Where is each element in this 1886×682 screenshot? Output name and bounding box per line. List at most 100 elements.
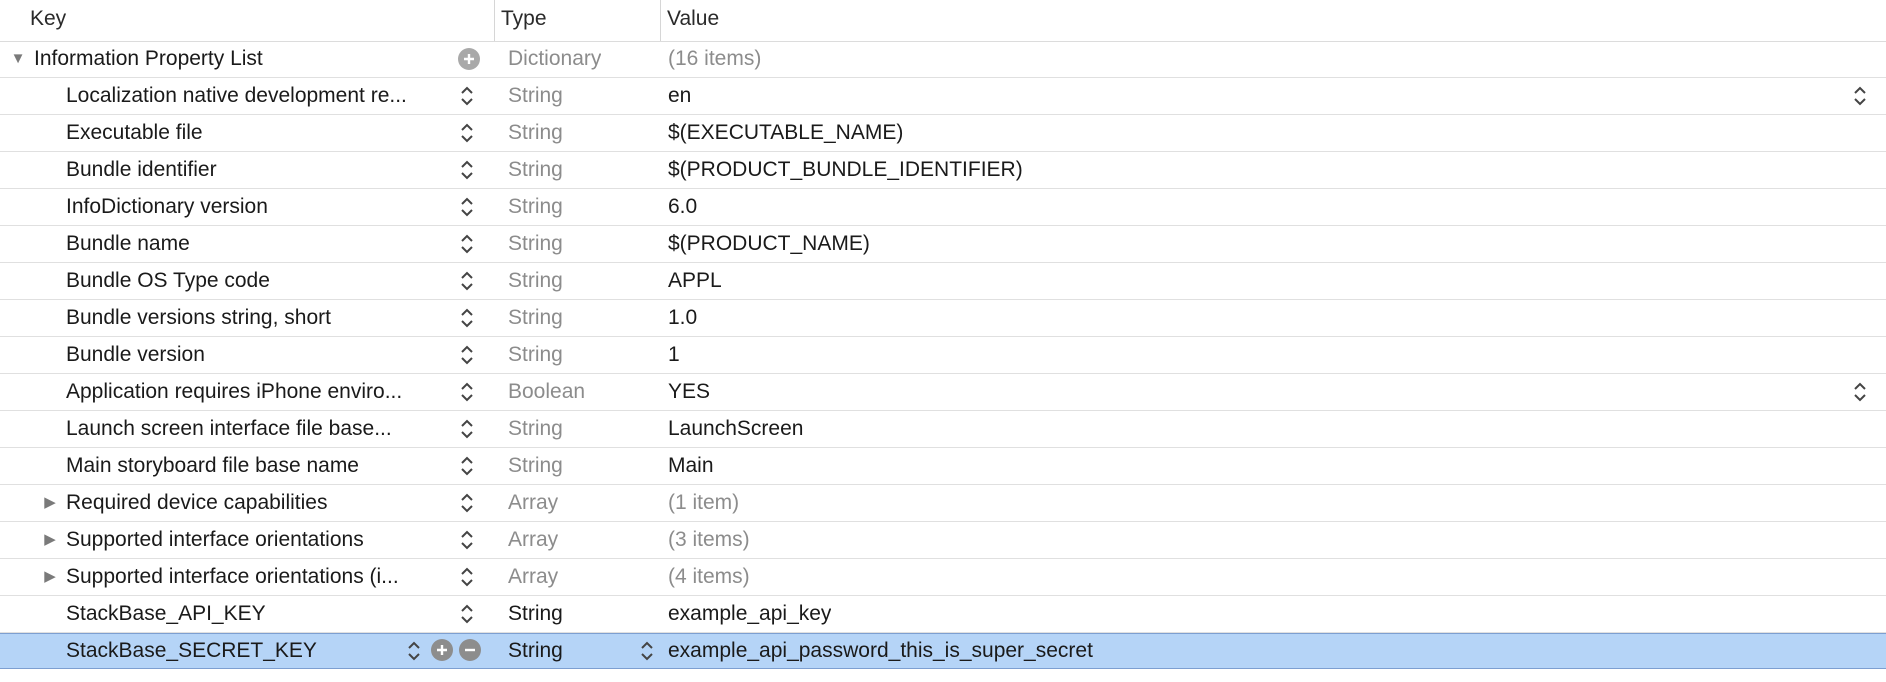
row-key[interactable]: Supported interface orientations (i... xyxy=(66,559,450,595)
row-value[interactable]: (1 item) xyxy=(668,485,739,521)
plus-circle-icon[interactable] xyxy=(458,48,480,70)
up-down-stepper-icon[interactable] xyxy=(460,602,474,626)
row-type[interactable]: Array xyxy=(508,522,558,558)
row-type[interactable]: Array xyxy=(508,559,558,595)
row-key[interactable]: Required device capabilities xyxy=(66,485,450,521)
property-list: ▼ Information Property List Dictionary (… xyxy=(0,41,1886,669)
up-down-stepper-icon[interactable] xyxy=(460,454,474,478)
value-popup-stepper-icon[interactable] xyxy=(1853,380,1867,404)
row-type[interactable]: String xyxy=(508,263,563,299)
up-down-stepper-icon[interactable] xyxy=(460,84,474,108)
row-key[interactable]: Bundle name xyxy=(66,226,450,262)
row-value[interactable]: Main xyxy=(668,448,714,484)
table-row[interactable]: Localization native development re... Str… xyxy=(0,78,1886,115)
column-divider[interactable] xyxy=(494,0,495,41)
row-value[interactable]: (4 items) xyxy=(668,559,750,595)
row-key[interactable]: Bundle identifier xyxy=(66,152,450,188)
row-value[interactable]: 6.0 xyxy=(668,189,697,225)
row-key[interactable]: Localization native development re... xyxy=(66,78,450,114)
row-key[interactable]: Executable file xyxy=(66,115,450,151)
table-row[interactable]: Launch screen interface file base... Stri… xyxy=(0,411,1886,448)
up-down-stepper-icon[interactable] xyxy=(460,343,474,367)
row-key[interactable]: Bundle version xyxy=(66,337,450,373)
triangle-right-icon[interactable]: ▶ xyxy=(42,485,58,521)
row-key[interactable]: StackBase_API_KEY xyxy=(66,596,450,632)
row-type[interactable]: String xyxy=(508,189,563,225)
row-key[interactable]: Main storyboard file base name xyxy=(66,448,450,484)
up-down-stepper-icon[interactable] xyxy=(460,491,474,515)
row-type[interactable]: String xyxy=(508,411,563,447)
row-type[interactable]: String xyxy=(508,115,563,151)
up-down-stepper-icon[interactable] xyxy=(460,121,474,145)
row-value[interactable]: $(PRODUCT_BUNDLE_IDENTIFIER) xyxy=(668,152,1023,188)
type-popup-stepper-icon[interactable] xyxy=(640,639,654,663)
row-key[interactable]: Bundle versions string, short xyxy=(66,300,450,336)
table-row[interactable]: StackBase_API_KEY String example_api_key xyxy=(0,596,1886,633)
table-row[interactable]: Bundle name String $(PRODUCT_NAME) xyxy=(0,226,1886,263)
type-column-header[interactable]: Type xyxy=(501,0,547,41)
row-value[interactable]: example_api_password_this_is_super_secre… xyxy=(668,634,1093,668)
triangle-down-icon[interactable]: ▼ xyxy=(10,41,26,77)
row-key: Information Property List xyxy=(34,47,263,70)
column-divider[interactable] xyxy=(660,0,661,41)
row-value[interactable]: $(EXECUTABLE_NAME) xyxy=(668,115,903,151)
triangle-right-icon[interactable]: ▶ xyxy=(42,559,58,595)
table-row[interactable]: Main storyboard file base name String Main xyxy=(0,448,1886,485)
up-down-stepper-icon[interactable] xyxy=(460,528,474,552)
row-value[interactable]: en xyxy=(668,78,691,114)
row-value[interactable]: 1 xyxy=(668,337,680,373)
up-down-stepper-icon[interactable] xyxy=(460,417,474,441)
row-key[interactable]: StackBase_SECRET_KEY xyxy=(66,634,450,668)
table-row[interactable]: ▶ Supported interface orientations (i... A… xyxy=(0,559,1886,596)
row-value[interactable]: 1.0 xyxy=(668,300,697,336)
row-key[interactable]: Application requires iPhone enviro... xyxy=(66,374,450,410)
table-row-root[interactable]: ▼ Information Property List Dictionary (… xyxy=(0,41,1886,78)
row-type[interactable]: Array xyxy=(508,485,558,521)
row-value: (16 items) xyxy=(668,47,762,70)
row-type[interactable]: String xyxy=(508,634,563,668)
minus-circle-icon[interactable] xyxy=(459,639,481,661)
row-key[interactable]: Supported interface orientations xyxy=(66,522,450,558)
up-down-stepper-icon[interactable] xyxy=(460,232,474,256)
table-row[interactable]: ▶ Supported interface orientations Array (3… xyxy=(0,522,1886,559)
row-type[interactable]: String xyxy=(508,78,563,114)
table-row[interactable]: Bundle version String 1 xyxy=(0,337,1886,374)
table-row[interactable]: Bundle identifier String $(PRODUCT_BUNDLE_… xyxy=(0,152,1886,189)
row-type[interactable]: String xyxy=(508,226,563,262)
row-type[interactable]: String xyxy=(508,596,563,632)
row-type[interactable]: String xyxy=(508,448,563,484)
row-type[interactable]: Boolean xyxy=(508,374,585,410)
key-column-header[interactable]: Key xyxy=(30,0,66,41)
value-popup-stepper-icon[interactable] xyxy=(1853,84,1867,108)
up-down-stepper-icon[interactable] xyxy=(460,158,474,182)
table-row[interactable]: Executable file String $(EXECUTABLE_NAME) xyxy=(0,115,1886,152)
table-row[interactable]: StackBase_SECRET_KEY String example_api_pa… xyxy=(0,633,1886,669)
row-key[interactable]: Launch screen interface file base... xyxy=(66,411,450,447)
table-row[interactable]: Bundle versions string, short String 1.0 xyxy=(0,300,1886,337)
up-down-stepper-icon[interactable] xyxy=(460,195,474,219)
up-down-stepper-icon[interactable] xyxy=(460,269,474,293)
row-key[interactable]: Bundle OS Type code xyxy=(66,263,450,299)
table-row[interactable]: InfoDictionary version String 6.0 xyxy=(0,189,1886,226)
column-header: Key Type Value xyxy=(0,0,1886,42)
row-value[interactable]: example_api_key xyxy=(668,596,831,632)
table-row[interactable]: Bundle OS Type code String APPL xyxy=(0,263,1886,300)
row-value[interactable]: (3 items) xyxy=(668,522,750,558)
up-down-stepper-icon[interactable] xyxy=(460,380,474,404)
value-column-header[interactable]: Value xyxy=(667,0,719,41)
triangle-right-icon[interactable]: ▶ xyxy=(42,522,58,558)
row-key[interactable]: InfoDictionary version xyxy=(66,189,450,225)
up-down-stepper-icon[interactable] xyxy=(460,306,474,330)
row-value[interactable]: $(PRODUCT_NAME) xyxy=(668,226,870,262)
row-type[interactable]: String xyxy=(508,300,563,336)
table-row[interactable]: ▶ Required device capabilities Array (1 ite… xyxy=(0,485,1886,522)
row-value[interactable]: YES xyxy=(668,374,710,410)
up-down-stepper-icon[interactable] xyxy=(460,565,474,589)
row-value[interactable]: LaunchScreen xyxy=(668,411,803,447)
table-row[interactable]: Application requires iPhone enviro... Boo… xyxy=(0,374,1886,411)
row-value[interactable]: APPL xyxy=(668,263,722,299)
plus-circle-icon[interactable] xyxy=(431,639,453,661)
row-type[interactable]: String xyxy=(508,152,563,188)
up-down-stepper-icon[interactable] xyxy=(407,639,421,663)
row-type[interactable]: String xyxy=(508,337,563,373)
